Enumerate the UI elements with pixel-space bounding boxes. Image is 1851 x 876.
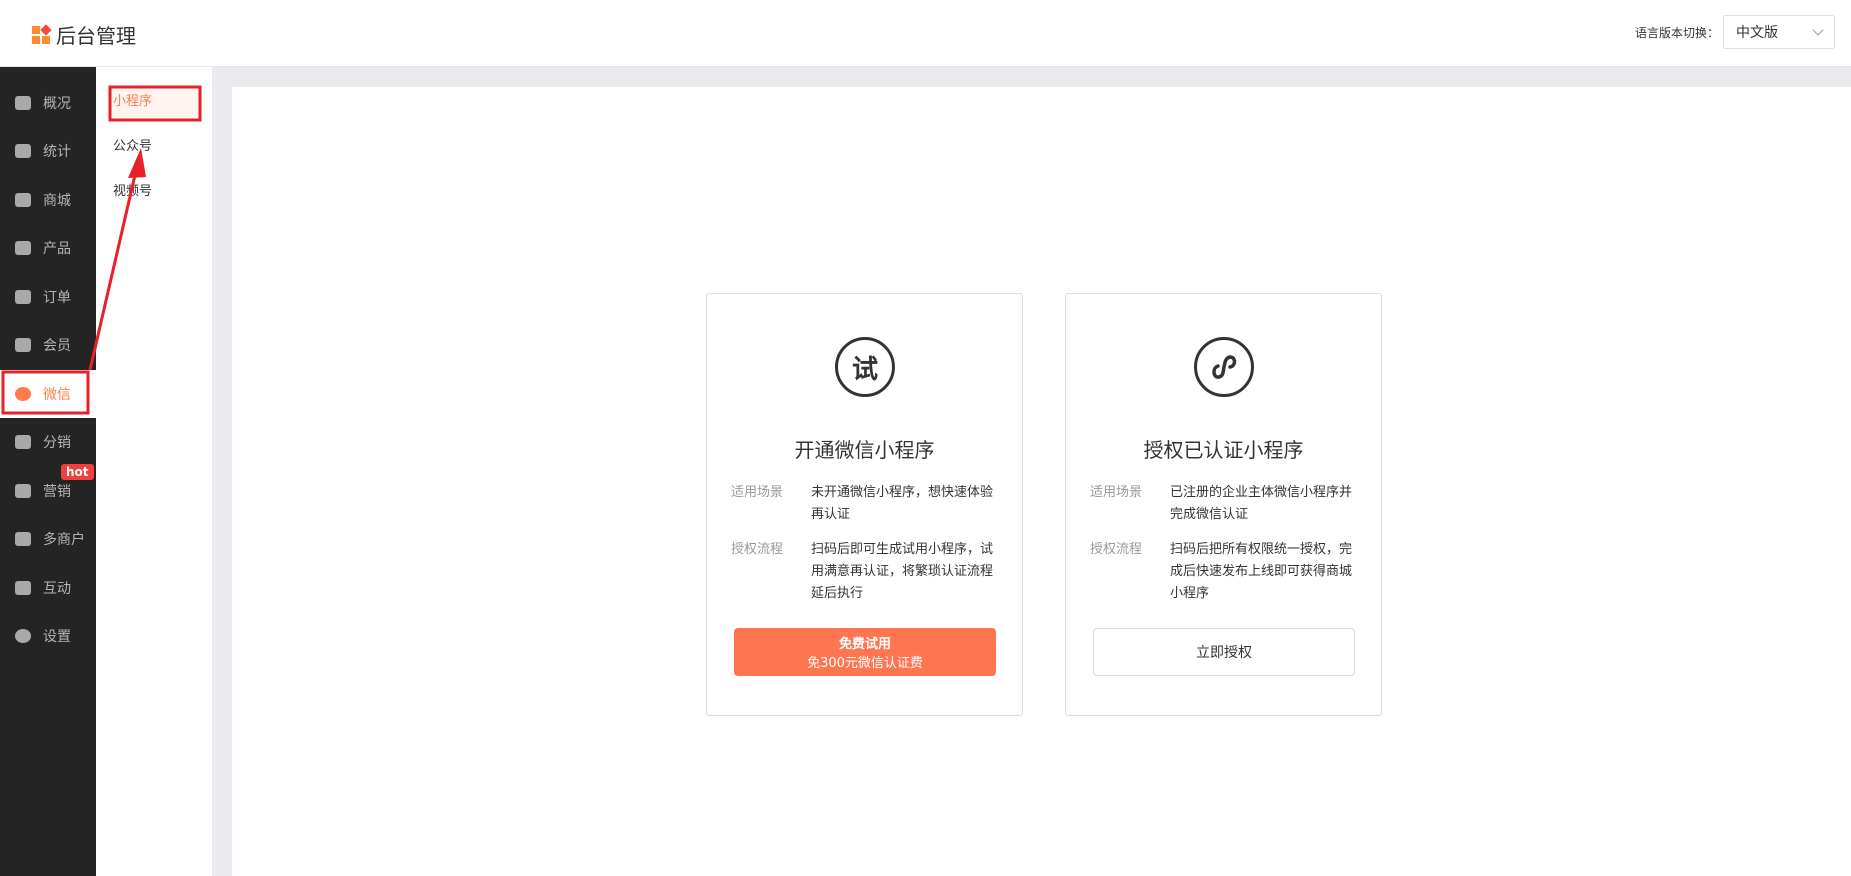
trial-card: 试 开通微信小程序 适用场景 未开通微信小程序，想快速体验再认证 授权流程 扫码后即… [706, 293, 1023, 716]
sidebar-item-products[interactable]: 产品 [0, 224, 96, 272]
app-title: 后台管理 [56, 24, 136, 48]
card-row: 授权流程 扫码后即可生成试用小程序，试用满意再认证，将繁琐认证流程延后执行 [731, 539, 998, 605]
row-label: 适用场景 [731, 485, 784, 500]
row-text: 扫码后即可生成试用小程序，试用满意再认证，将繁琐认证流程延后执行 [811, 542, 994, 601]
authorize-card: 授权已认证小程序 适用场景 已注册的企业主体微信小程序并完成微信认证 授权流程 扫码… [1065, 293, 1382, 716]
button-sublabel: 免300元微信认证费 [807, 656, 923, 671]
card-row: 授权流程 扫码后把所有权限统一授权，完成后快速发布上线即可获得商城小程序 [1090, 539, 1357, 605]
sidebar-item-interaction[interactable]: 互动 [0, 564, 96, 612]
button-label: 免费试用 [838, 637, 891, 652]
hot-badge: hot [61, 464, 94, 480]
clipboard-icon [15, 290, 31, 304]
language-switcher: 语言版本切换： 中文版 [1635, 15, 1835, 49]
users-icon [15, 435, 31, 449]
row-text: 未开通微信小程序，想快速体验再认证 [811, 485, 994, 522]
sidebar-item-mall[interactable]: 商城 [0, 176, 96, 224]
row-text: 已注册的企业主体微信小程序并完成微信认证 [1170, 485, 1353, 522]
layers-icon [15, 96, 31, 110]
card-title: 授权已认证小程序 [1143, 438, 1304, 462]
card-row: 适用场景 未开通微信小程序，想快速体验再认证 [731, 482, 998, 526]
row-label: 授权流程 [1090, 542, 1143, 557]
chevron-down-icon [1812, 24, 1824, 36]
submenu: 小程序 公众号 视频号 [96, 67, 212, 876]
language-label: 语言版本切换： [1634, 25, 1719, 40]
top-header: 后台管理 语言版本切换： 中文版 [0, 0, 1851, 67]
free-trial-button[interactable]: 免费试用免300元微信认证费 [734, 628, 996, 676]
nav-label: 商城 [43, 193, 71, 209]
nav-label: 概况 [43, 96, 71, 112]
nav-label: 统计 [43, 144, 71, 160]
people-icon [15, 581, 31, 595]
nav-label: 订单 [43, 290, 71, 306]
logo-icon [32, 23, 52, 44]
trial-icon: 试 [835, 337, 895, 397]
nav-label: 设置 [43, 629, 71, 645]
nav-label: 多商户 [43, 532, 85, 548]
nav-label: 会员 [43, 338, 71, 354]
row-text: 扫码后把所有权限统一授权，完成后快速发布上线即可获得商城小程序 [1170, 542, 1353, 601]
sidebar: 概况 统计 商城 产品 订单 会员 微信 分销 营销 hot 多商户 互动 设置 [0, 67, 96, 876]
logo: 后台管理 [32, 20, 136, 49]
row-label: 授权流程 [731, 542, 784, 557]
card-title: 开通微信小程序 [794, 438, 935, 462]
nav-label: 营销 [43, 484, 71, 500]
grid-icon [15, 241, 31, 255]
sidebar-item-wechat[interactable]: 微信 [0, 370, 96, 418]
sidebar-item-settings[interactable]: 设置 [0, 612, 96, 660]
nav-label: 微信 [43, 387, 71, 403]
submenu-item-channels[interactable]: 视频号 [107, 177, 202, 207]
row-label: 适用场景 [1090, 485, 1143, 500]
mail-icon [15, 193, 31, 207]
sidebar-item-multi-merchant[interactable]: 多商户 [0, 515, 96, 563]
chart-icon [15, 144, 31, 158]
sidebar-item-members[interactable]: 会员 [0, 321, 96, 369]
nav-label: 互动 [43, 581, 71, 597]
sidebar-item-orders[interactable]: 订单 [0, 273, 96, 321]
submenu-item-miniprogram[interactable]: 小程序 [107, 87, 202, 117]
sidebar-item-stats[interactable]: 统计 [0, 127, 96, 175]
miniprogram-icon [1194, 337, 1254, 397]
wechat-icon [15, 387, 31, 401]
submenu-item-official-account[interactable]: 公众号 [107, 132, 202, 162]
nav-label: 产品 [43, 241, 71, 257]
flag-icon [15, 484, 31, 498]
card-row: 适用场景 已注册的企业主体微信小程序并完成微信认证 [1090, 482, 1357, 526]
store-icon [15, 532, 31, 546]
language-value: 中文版 [1736, 25, 1778, 41]
language-select[interactable]: 中文版 [1723, 15, 1835, 49]
nav-label: 分销 [43, 435, 71, 451]
authorize-now-button[interactable]: 立即授权 [1093, 628, 1355, 676]
gear-icon [15, 629, 31, 643]
sidebar-item-marketing[interactable]: 营销 hot [0, 464, 96, 515]
sidebar-item-overview[interactable]: 概况 [0, 79, 96, 127]
crown-icon [15, 338, 31, 352]
sidebar-item-distribution[interactable]: 分销 [0, 418, 96, 466]
main-panel: 试 开通微信小程序 适用场景 未开通微信小程序，想快速体验再认证 授权流程 扫码后即… [232, 87, 1851, 876]
